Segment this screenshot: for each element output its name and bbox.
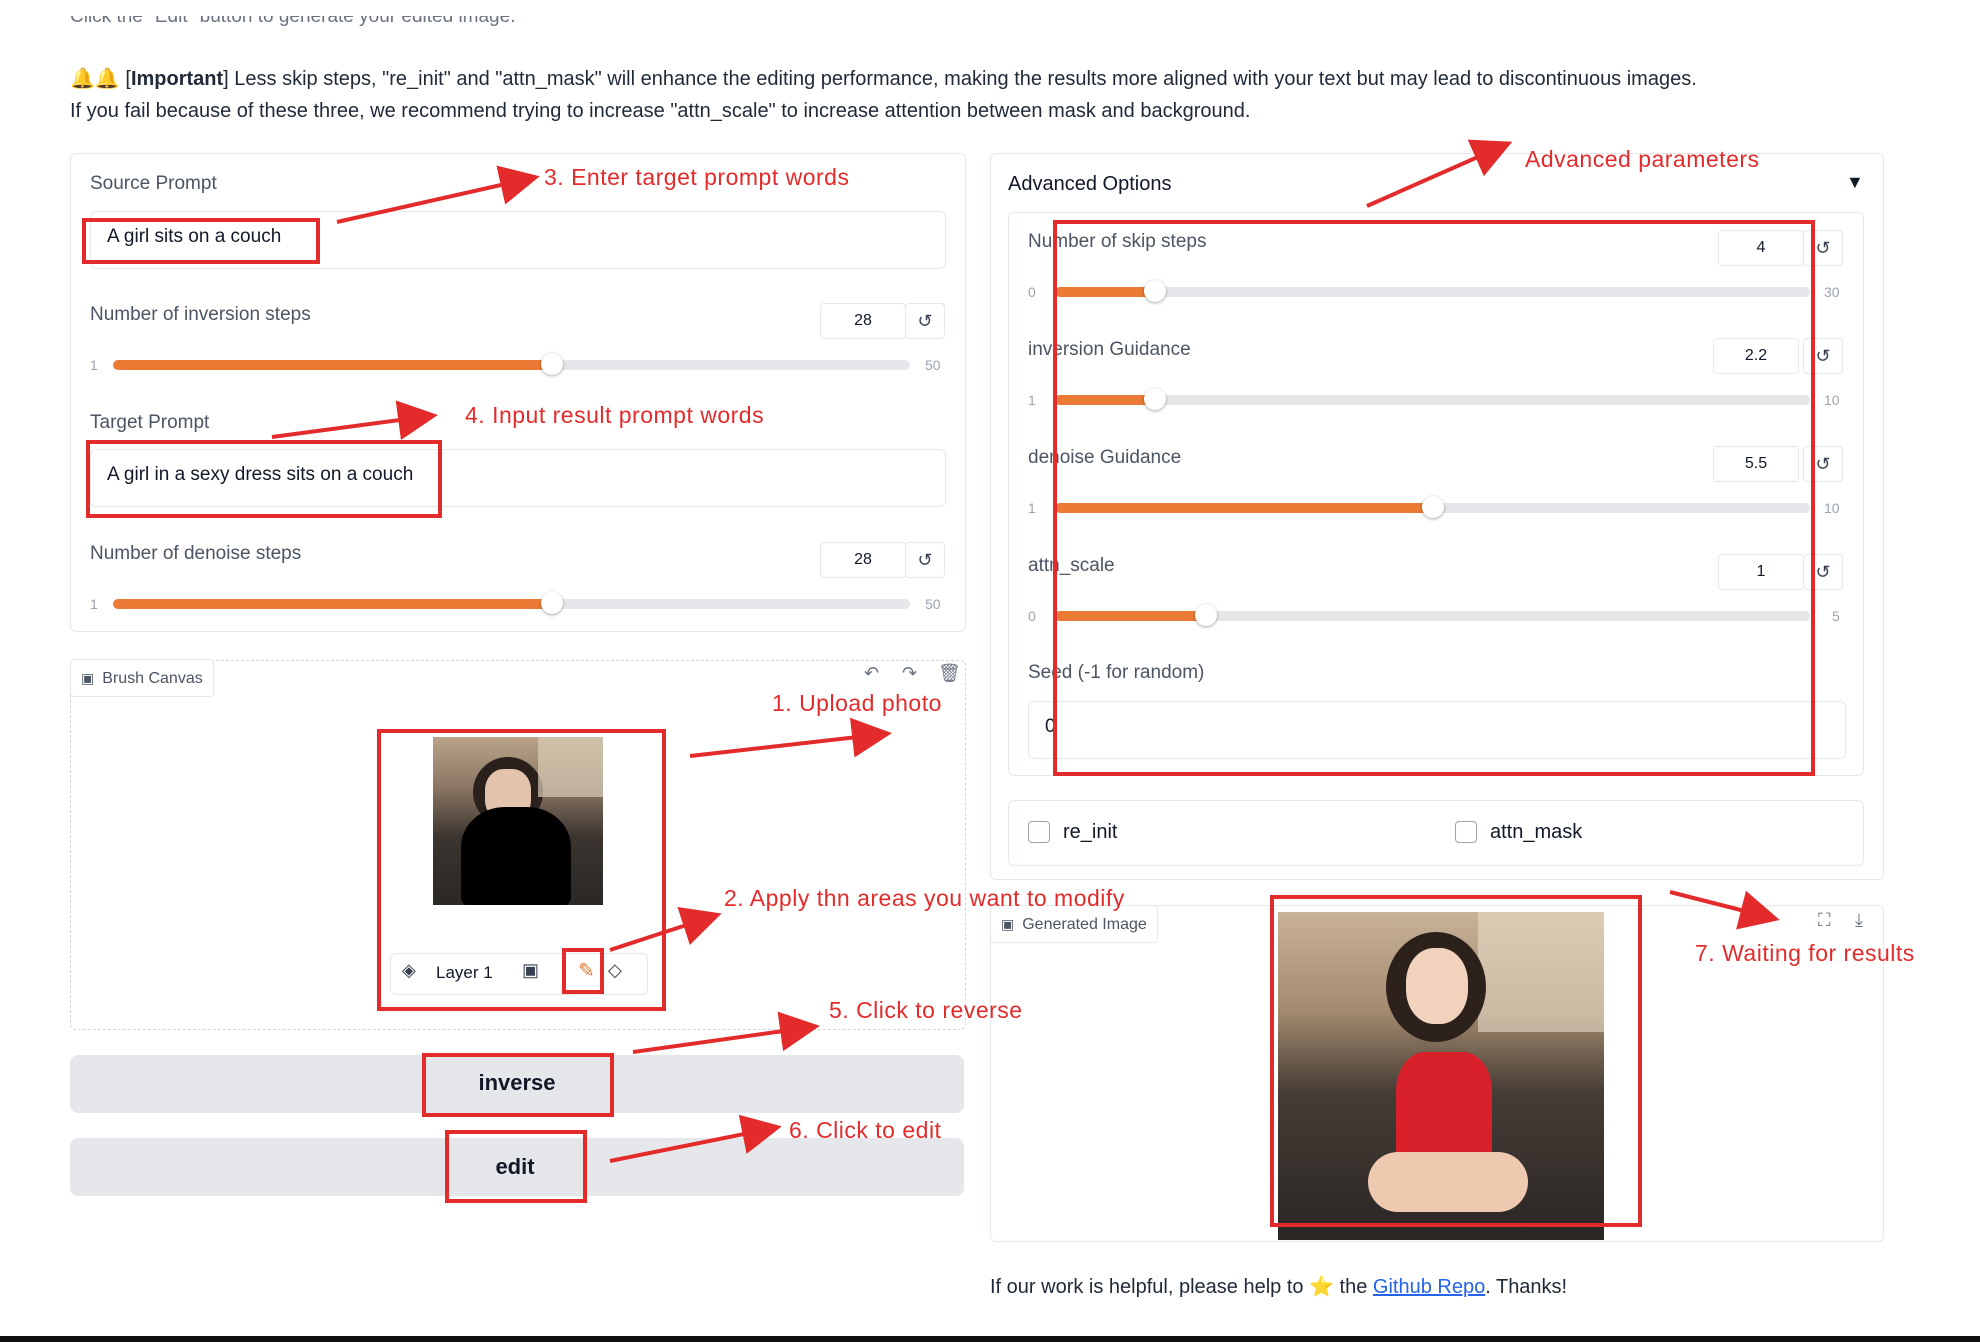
annotation-5: 5. Click to reverse: [829, 997, 1023, 1023]
arrow-5: [632, 1011, 820, 1054]
arrow-7: [1669, 890, 1780, 930]
annotation-advanced: Advanced parameters: [1525, 146, 1760, 172]
arrow-adv: [1366, 139, 1513, 208]
annotation-arrows: [271, 139, 1780, 1163]
arrow-4: [271, 400, 438, 441]
annotation-4: 4. Input result prompt words: [465, 402, 765, 428]
arrow-2: [609, 906, 722, 952]
annotation-1: 1. Upload photo: [772, 690, 942, 716]
arrow-3: [336, 165, 540, 224]
arrow-6: [609, 1114, 782, 1163]
arrow-1: [689, 717, 892, 758]
annotation-7: 7. Waiting for results: [1695, 940, 1915, 966]
annotation-3: 3. Enter target prompt words: [544, 164, 850, 190]
annotation-6: 6. Click to edit: [789, 1117, 942, 1143]
annotation-2: 2. Apply thn areas you want to modify: [724, 885, 1125, 911]
